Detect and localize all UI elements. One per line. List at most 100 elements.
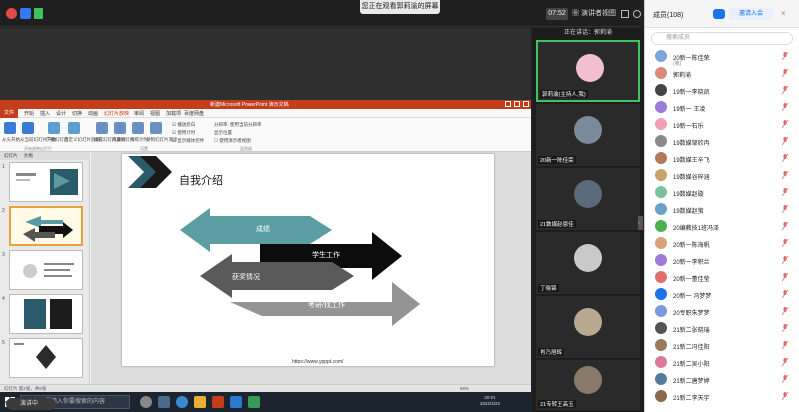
check-narration[interactable]: ☑ 播放旁白: [172, 122, 195, 128]
mic-muted-icon[interactable]: [782, 171, 788, 179]
close-window-icon[interactable]: [523, 101, 529, 107]
signal-icon[interactable]: [34, 8, 43, 19]
video-tile[interactable]: 肖乃旭辉: [536, 296, 640, 358]
task-view-icon[interactable]: [158, 396, 170, 408]
collapse-strip-button[interactable]: ›: [638, 216, 643, 230]
mic-muted-icon[interactable]: [782, 154, 788, 162]
minimize-icon[interactable]: [505, 101, 511, 107]
cortana-icon[interactable]: [140, 396, 152, 408]
video-tile[interactable]: 21专转王高玉: [536, 360, 640, 410]
close-icon[interactable]: ×: [433, 0, 437, 14]
current-slide[interactable]: 自我介绍 成绩 学生工作 获奖情况 考研/找工作 https://www.ypp…: [122, 154, 494, 366]
tab-addins[interactable]: 加载项: [166, 110, 181, 117]
tab-animations[interactable]: 动画: [88, 110, 98, 117]
member-row[interactable]: 20新一陈海帆: [645, 235, 799, 253]
mic-muted-icon[interactable]: [782, 358, 788, 366]
maximize-icon[interactable]: [514, 101, 520, 107]
video-tile[interactable]: 丁晓锦: [536, 232, 640, 294]
zoom-level[interactable]: 66%: [460, 386, 469, 391]
slide-thumbnail[interactable]: [9, 338, 83, 378]
warning-icon[interactable]: [6, 8, 17, 19]
mic-muted-icon[interactable]: [782, 69, 788, 77]
edge-icon[interactable]: [176, 396, 188, 408]
mic-muted-icon[interactable]: [782, 52, 788, 60]
member-row[interactable]: 21新二张晓瑞: [645, 320, 799, 338]
rehearse-icon[interactable]: [132, 122, 144, 134]
mic-muted-icon[interactable]: [782, 103, 788, 111]
member-row[interactable]: 21新二唐梦婷: [645, 371, 799, 389]
slide-thumbnail[interactable]: [9, 162, 83, 202]
tab-design[interactable]: 设计: [56, 110, 66, 117]
member-row[interactable]: 20新一董佳莹: [645, 269, 799, 287]
slide-thumbnail-selected[interactable]: [9, 206, 83, 246]
member-row[interactable]: 20新一陈佳荣 (我): [645, 48, 799, 67]
mic-muted-icon[interactable]: [782, 86, 788, 94]
tab-file[interactable]: 文件: [0, 109, 18, 118]
member-row[interactable]: 20新一 冯梦梦: [645, 286, 799, 304]
more-icon[interactable]: [633, 10, 641, 18]
record-icon[interactable]: [150, 122, 162, 134]
resolution-select[interactable]: 使用当前分辨率: [230, 122, 262, 127]
tab-home[interactable]: 开始: [24, 110, 34, 117]
invite-button[interactable]: 邀请入会: [729, 8, 773, 20]
show-on-select[interactable]: 显示位置: [214, 130, 232, 136]
member-row[interactable]: 21新二吴小阳: [645, 354, 799, 372]
sharing-notice[interactable]: 您正在观看郭莉渝的屏幕 ×: [360, 0, 440, 14]
tab-review[interactable]: 审阅: [134, 110, 144, 117]
slideshow-start-icon[interactable]: [4, 122, 16, 134]
tab-slideshow[interactable]: 幻灯片放映: [104, 110, 129, 117]
system-clock[interactable]: 20:01 2022/4/22: [480, 395, 500, 407]
mic-muted-icon[interactable]: [782, 222, 788, 230]
check-timings[interactable]: ☑ 使用计时: [172, 130, 195, 136]
member-row[interactable]: 20专职朱梦梦: [645, 303, 799, 321]
member-row[interactable]: 21新二李天宇: [645, 388, 799, 406]
tab-transitions[interactable]: 切换: [72, 110, 82, 117]
mic-muted-icon[interactable]: [782, 290, 788, 298]
member-row[interactable]: 19数媒赵璇: [645, 184, 799, 202]
mic-muted-icon[interactable]: [782, 273, 788, 281]
mic-muted-icon[interactable]: [782, 375, 788, 383]
video-tile[interactable]: 20新一陈佳荣: [536, 104, 640, 166]
video-tile[interactable]: 郭莉渝(主持人,我): [536, 40, 640, 102]
explorer-icon[interactable]: [194, 396, 206, 408]
mic-muted-icon[interactable]: [782, 188, 788, 196]
check-media-controls[interactable]: ☑ 显示媒体控件: [172, 138, 204, 144]
member-row[interactable]: 19数媒王辛飞: [645, 150, 799, 168]
mic-muted-icon[interactable]: [782, 205, 788, 213]
view-mode-button[interactable]: ▦ 演讲者视图: [572, 8, 616, 20]
mic-muted-icon[interactable]: [782, 239, 788, 247]
powerpoint-icon[interactable]: [212, 396, 224, 408]
close-panel-icon[interactable]: ×: [781, 9, 786, 18]
shield-icon[interactable]: [20, 8, 31, 19]
tab-insert[interactable]: 插入: [40, 110, 50, 117]
broadcast-icon[interactable]: [48, 122, 60, 134]
slide-thumbnail[interactable]: [9, 294, 83, 334]
mic-muted-icon[interactable]: [782, 137, 788, 145]
member-row[interactable]: 郭莉渝: [645, 65, 799, 83]
member-row[interactable]: 20新一李积兰: [645, 252, 799, 270]
slide-thumbnail[interactable]: [9, 250, 83, 290]
mic-muted-icon[interactable]: [782, 392, 788, 400]
tab-slides[interactable]: 幻灯片: [4, 153, 18, 158]
fullscreen-icon[interactable]: [621, 10, 629, 18]
member-row[interactable]: 19新一李晓凯: [645, 82, 799, 100]
slideshow-current-icon[interactable]: [22, 122, 34, 134]
tab-view[interactable]: 视图: [150, 110, 160, 117]
member-row[interactable]: 19新一 王凌: [645, 99, 799, 117]
member-row[interactable]: 19数媒邹欣冉: [645, 133, 799, 151]
member-row[interactable]: 21新二冯佳阳: [645, 337, 799, 355]
wechat-icon[interactable]: [248, 396, 260, 408]
mic-muted-icon[interactable]: [782, 307, 788, 315]
presenter-view-check[interactable]: ☐ 使用演示者视图: [214, 138, 251, 144]
setup-show-icon[interactable]: [96, 122, 108, 134]
video-tile[interactable]: 21数媒赵恩佳: [536, 168, 640, 230]
mic-muted-icon[interactable]: [782, 256, 788, 264]
ribbon-button-label[interactable]: 从头开始: [2, 137, 20, 143]
member-row[interactable]: 19数媒赵萤: [645, 201, 799, 219]
custom-show-icon[interactable]: [68, 122, 80, 134]
tab-outline[interactable]: 大纲: [24, 153, 33, 158]
mic-muted-icon[interactable]: [782, 324, 788, 332]
member-row[interactable]: 19数媒谷梓涵: [645, 167, 799, 185]
mic-muted-icon[interactable]: [782, 120, 788, 128]
tab-baidu[interactable]: 百度网盘: [184, 110, 204, 117]
